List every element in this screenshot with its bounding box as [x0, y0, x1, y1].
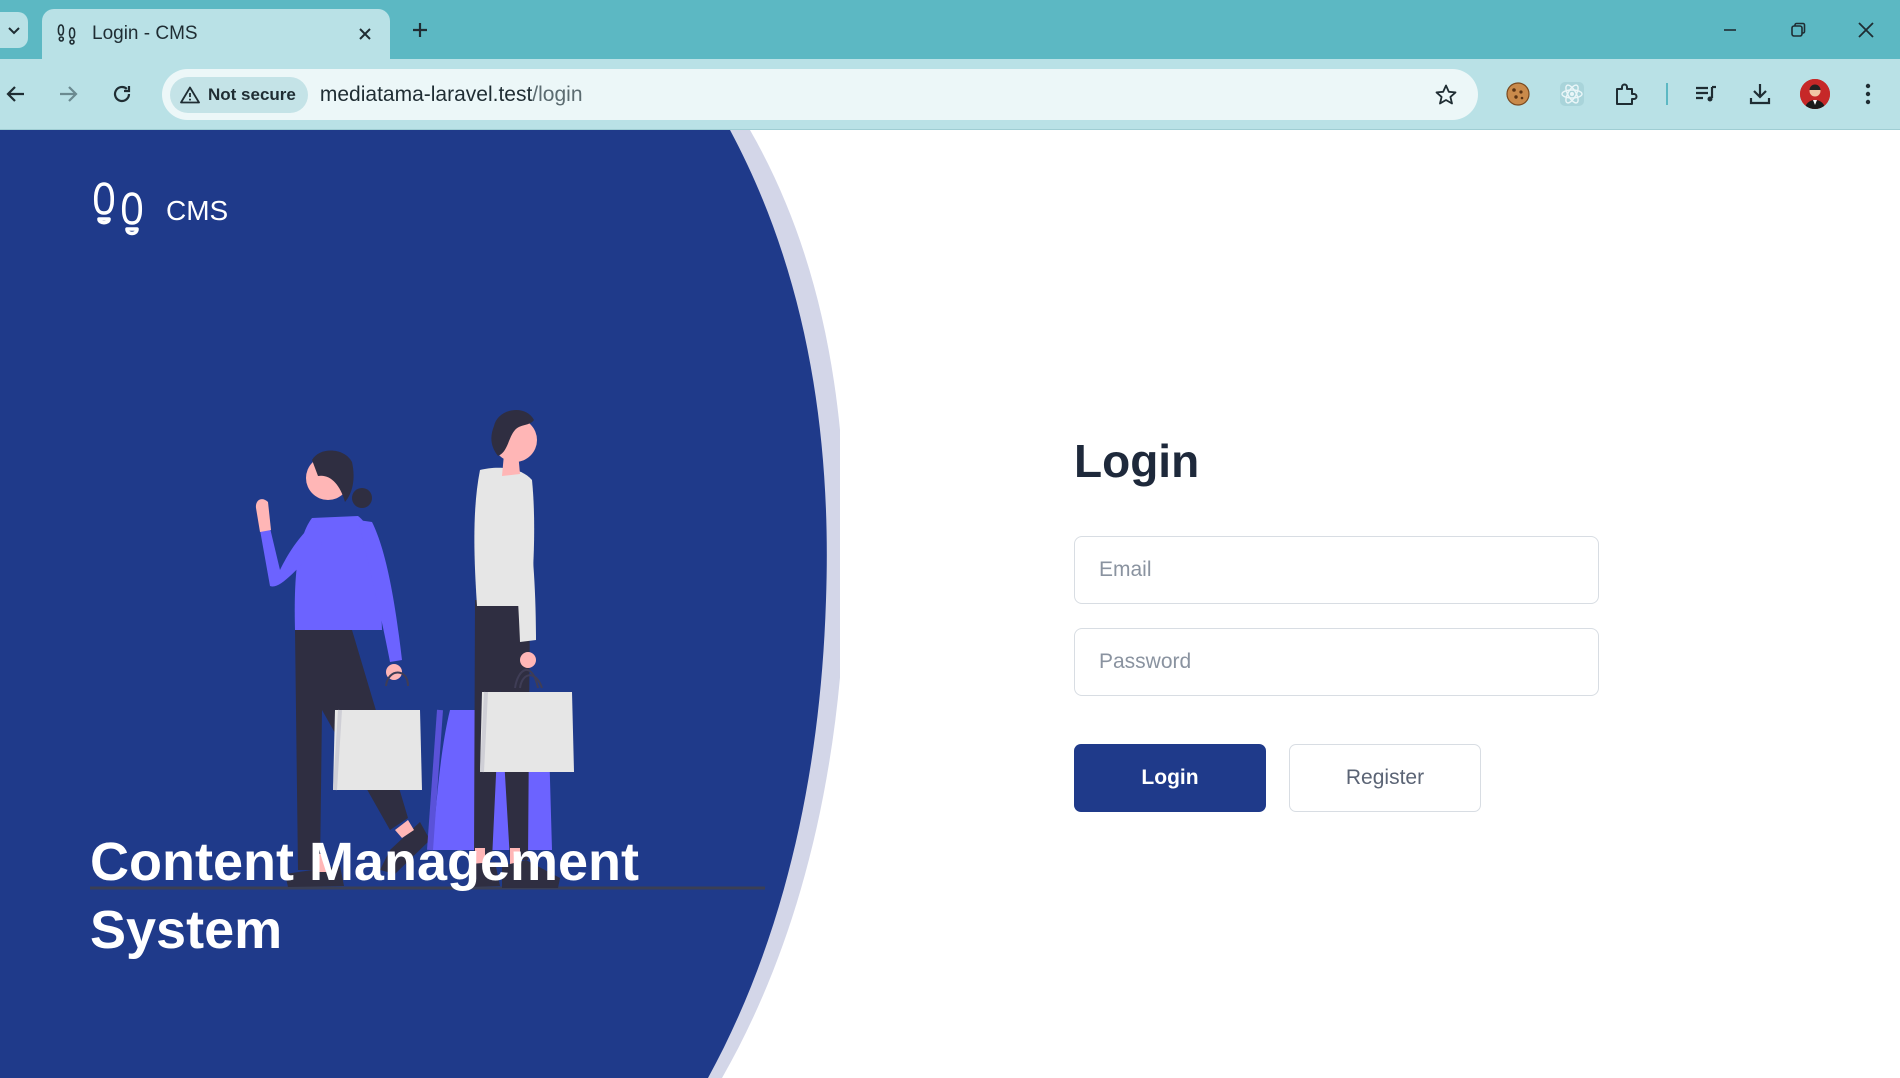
- extensions-button[interactable]: [1608, 76, 1644, 112]
- arrow-left-icon: [6, 86, 24, 102]
- media-queue-icon: [1696, 85, 1716, 102]
- close-tab-button[interactable]: [354, 23, 376, 45]
- password-field[interactable]: [1074, 628, 1599, 696]
- avatar: [1800, 79, 1830, 109]
- tab-title: Login - CMS: [92, 23, 198, 44]
- react-icon: [1560, 82, 1584, 106]
- puzzle-icon: [1616, 83, 1638, 105]
- chevron-down-icon: [8, 27, 20, 35]
- active-tab[interactable]: Login - CMS: [42, 9, 390, 59]
- tab-strip: Login - CMS: [0, 0, 1900, 59]
- login-heading: Login: [1074, 435, 1200, 487]
- more-vertical-icon: [1865, 83, 1871, 105]
- restore-icon: [1791, 22, 1806, 37]
- security-label: Not secure: [208, 84, 296, 104]
- login-page: CMS Content Management System Login Emai…: [0, 130, 1900, 1078]
- back-button[interactable]: [0, 76, 34, 112]
- brand-name: CMS: [166, 195, 229, 226]
- new-tab-button[interactable]: [406, 16, 434, 44]
- minimize-button[interactable]: [1712, 12, 1748, 48]
- media-controls-button[interactable]: [1688, 76, 1724, 112]
- cookie-extension-button[interactable]: [1500, 76, 1536, 112]
- restore-button[interactable]: [1780, 12, 1816, 48]
- man-figure: [427, 409, 574, 888]
- browser-toolbar: Not secure mediatama-laravel.test/login: [0, 59, 1900, 130]
- warning-triangle-icon: [180, 86, 200, 103]
- footprints-icon: [57, 24, 76, 45]
- arrow-right-icon: [60, 86, 78, 102]
- brand: CMS: [92, 182, 228, 240]
- woman-figure: [255, 450, 430, 887]
- url-text[interactable]: mediatama-laravel.test/login: [320, 83, 583, 107]
- browser-menu-button[interactable]: [1850, 76, 1886, 112]
- star-icon: [1435, 84, 1457, 105]
- forward-button[interactable]: [50, 76, 86, 112]
- address-bar[interactable]: Not secure mediatama-laravel.test/login: [162, 69, 1478, 120]
- hero-title: Content Management System: [90, 832, 640, 960]
- plus-icon: [413, 23, 427, 37]
- shoppers-illustration: [90, 409, 765, 890]
- login-button[interactable]: Login: [1074, 744, 1266, 812]
- tab-list-button[interactable]: [0, 12, 28, 48]
- react-devtools-button[interactable]: [1554, 76, 1590, 112]
- downloads-button[interactable]: [1742, 76, 1778, 112]
- cookie-icon: [1506, 82, 1530, 106]
- close-icon: [359, 28, 371, 40]
- reload-icon: [113, 85, 131, 103]
- url-path: /login: [532, 82, 583, 106]
- minimize-icon: [1724, 29, 1736, 31]
- register-button[interactable]: Register: [1289, 744, 1481, 812]
- download-icon: [1749, 84, 1771, 105]
- toolbar-separator: [1666, 83, 1668, 105]
- close-window-button[interactable]: [1848, 12, 1884, 48]
- url-host: mediatama-laravel.test: [319, 82, 533, 106]
- bookmark-button[interactable]: [1432, 81, 1460, 109]
- close-icon: [1858, 22, 1874, 38]
- security-chip[interactable]: Not secure: [170, 76, 308, 113]
- footprints-icon: [93, 182, 143, 236]
- reload-button[interactable]: [104, 76, 140, 112]
- profile-avatar[interactable]: [1800, 79, 1830, 109]
- email-field[interactable]: [1074, 536, 1599, 604]
